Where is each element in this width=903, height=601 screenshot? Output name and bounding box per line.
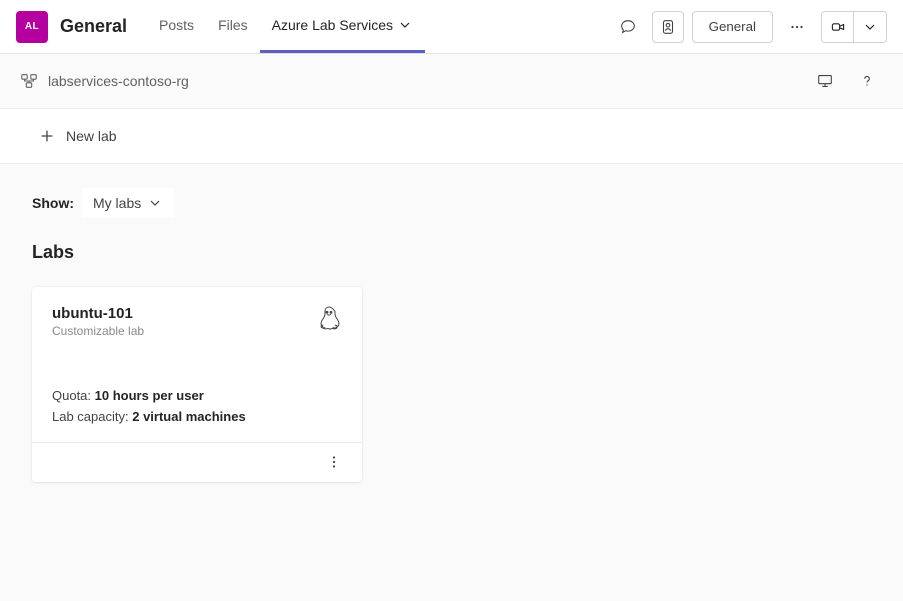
lab-meta: Quota: 10 hours per user Lab capacity: 2… [52, 386, 342, 428]
section-title: Labs [32, 242, 871, 263]
tab-strip: Posts Files Azure Lab Services [147, 0, 425, 53]
lab-capacity-value: 2 virtual machines [132, 409, 245, 424]
screen-button[interactable] [809, 65, 841, 97]
meet-split-button [821, 11, 887, 43]
more-icon [788, 18, 806, 36]
filter-label: Show: [32, 195, 74, 211]
lab-subtitle: Customizable lab [52, 324, 144, 338]
video-icon [830, 19, 846, 35]
labs-grid: ubuntu-101 Customizable lab [32, 287, 871, 482]
filter-row: Show: My labs [32, 188, 871, 218]
new-lab-button[interactable]: New lab [28, 119, 127, 153]
team-avatar[interactable]: AL [16, 11, 48, 43]
open-general-button[interactable]: General [692, 11, 773, 43]
resource-group-icon [20, 72, 38, 90]
tab-label: Posts [159, 17, 194, 33]
meet-button[interactable] [822, 12, 854, 42]
chevron-down-icon [862, 19, 878, 35]
app-frame: AL General Posts Files Azure Lab Service… [0, 0, 903, 601]
chevron-down-icon [147, 195, 163, 211]
lab-capacity-row: Lab capacity: 2 virtual machines [52, 407, 342, 428]
lab-quota-label: Quota: [52, 388, 91, 403]
plus-icon [38, 127, 56, 145]
resource-group-name: labservices-contoso-rg [48, 73, 189, 89]
tab-files[interactable]: Files [206, 0, 260, 53]
help-icon [858, 72, 876, 90]
conversation-button[interactable] [612, 11, 644, 43]
linux-icon [316, 305, 342, 335]
lab-toolbar: New lab [0, 108, 903, 164]
lab-more-button[interactable] [318, 446, 350, 478]
more-button[interactable] [781, 11, 813, 43]
tab-label: Azure Lab Services [272, 17, 393, 33]
meet-dropdown[interactable] [854, 12, 886, 42]
channel-title: General [60, 16, 127, 37]
lab-quota-row: Quota: 10 hours per user [52, 386, 342, 407]
content-area: Show: My labs Labs ubuntu-101 Customizab… [0, 164, 903, 601]
channel-header: AL General Posts Files Azure Lab Service… [0, 0, 903, 54]
help-button[interactable] [851, 65, 883, 97]
lab-card[interactable]: ubuntu-101 Customizable lab [32, 287, 362, 482]
button-label: New lab [66, 128, 117, 144]
lab-card-body: ubuntu-101 Customizable lab [32, 287, 362, 442]
chevron-down-icon [397, 17, 413, 33]
tab-azure-lab-services[interactable]: Azure Lab Services [260, 0, 425, 53]
header-actions: General [612, 11, 887, 43]
filter-select[interactable]: My labs [82, 188, 174, 218]
lab-quota-value: 10 hours per user [95, 388, 204, 403]
chat-icon [619, 18, 637, 36]
lab-capacity-label: Lab capacity: [52, 409, 129, 424]
tab-posts[interactable]: Posts [147, 0, 206, 53]
breadcrumb-row: labservices-contoso-rg [0, 54, 903, 108]
clipboard-user-icon [659, 18, 677, 36]
lab-card-footer [32, 442, 362, 482]
tab-label: Files [218, 17, 248, 33]
app-details-button[interactable] [652, 11, 684, 43]
more-vertical-icon [326, 454, 342, 470]
lab-name: ubuntu-101 [52, 305, 144, 322]
filter-selected-value: My labs [93, 195, 141, 211]
button-label: General [709, 19, 756, 34]
monitor-icon [816, 72, 834, 90]
